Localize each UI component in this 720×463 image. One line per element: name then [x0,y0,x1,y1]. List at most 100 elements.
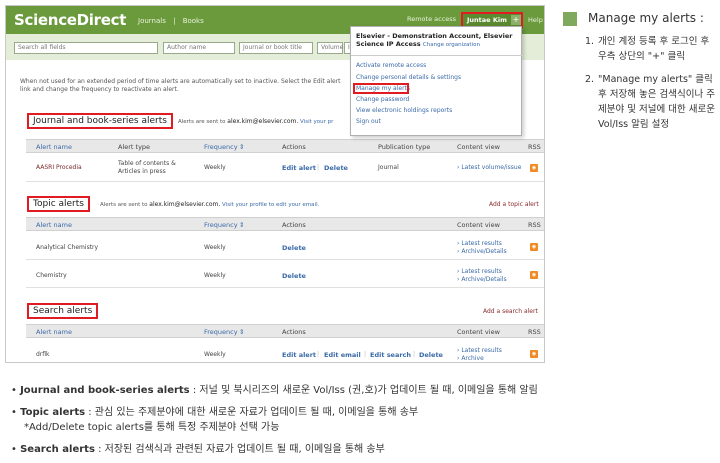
col-alert-type: Alert type [118,143,151,151]
col-alert-name[interactable]: Alert name [36,221,72,229]
sort-arrow-icon[interactable]: ⇕ [239,221,244,229]
volume-input[interactable]: Volume [317,42,343,54]
remote-access-link[interactable]: Remote access [407,15,456,23]
add-topic-alert-link[interactable]: Add a topic alert [489,201,539,208]
step-number: 2. [585,74,595,85]
topic-alerts-heading: Topic alerts [27,196,90,212]
col-alert-name[interactable]: Alert name [36,328,72,336]
menu-change-personal-details[interactable]: Change personal details & settings [356,74,461,81]
visit-profile-link[interactable]: Visit your profile to edit your email. [222,202,319,208]
rss-icon[interactable]: ◉ [530,243,538,251]
step-item: 2. "Manage my alerts" 클릭 후 저장해 놓은 검색식이나 … [585,72,717,136]
table-row: AASRI Procedia Table of contents & Artic… [26,154,544,182]
alert-frequency: Weekly [204,244,226,251]
alert-name[interactable]: AASRI Procedia [36,164,82,172]
col-alert-name[interactable]: Alert name [36,143,72,151]
highlight-box [353,83,409,94]
col-content-view: Content view [457,328,500,336]
alert-frequency: Weekly [204,164,226,171]
author-input[interactable]: Author name [163,42,235,54]
table-row: drflk Weekly Edit alert | Edit email | E… [26,339,544,362]
sent-prefix: Alerts are sent to [178,119,226,125]
menu-change-password[interactable]: Change password [356,96,409,103]
plus-icon[interactable]: + [511,15,521,25]
account-title: Elsevier - Demonstration Account, Elsevi… [356,32,518,49]
search-all-fields-input[interactable]: Search all fields [14,42,158,54]
top-nav: Journals | Books [138,17,209,25]
search-table-header: Alert name Frequency ⇕ Actions Content v… [26,324,544,338]
col-content-view: Content view [457,221,500,229]
sent-prefix: Alerts are sent to [100,202,148,208]
col-rss: RSS [528,221,541,229]
delete-button[interactable]: Delete [324,164,348,172]
bullet-term: Search alerts [20,444,95,455]
delete-button[interactable]: Delete [282,244,306,252]
edit-search-button[interactable]: Edit search [370,351,411,359]
col-actions: Actions [282,221,306,229]
visit-profile-link[interactable]: Visit your pr [300,119,333,125]
separator: | [364,351,367,358]
separator: | [317,164,320,171]
help-link[interactable]: Help [528,16,543,24]
divider [351,55,523,56]
add-search-alert-link[interactable]: Add a search alert [483,308,538,315]
bullet-topic-note: *Add/Delete topic alerts를 통해 특정 주제분야 선택 … [24,421,279,434]
sort-arrow-icon[interactable]: ⇕ [239,328,244,336]
archive-details-link[interactable]: › Archive/Details [457,248,507,256]
latest-results-label: Latest results [461,240,502,247]
col-frequency[interactable]: Frequency [204,143,238,151]
table-row: Analytical Chemistry Weekly Delete › Lat… [26,232,544,260]
bullet-note: *Add/Delete topic alerts를 통해 특정 주제분야 선택 … [24,422,280,433]
latest-volume-link[interactable]: › Latest volume/issue [457,164,521,172]
edit-email-button[interactable]: Edit email [324,351,361,359]
bullet-desc: : 저널 및 북시리즈의 새로운 Vol/Iss (권,호)가 업데이트 될 때… [189,385,538,396]
edit-alert-button[interactable]: Edit alert [282,164,316,172]
menu-electronic-holdings-reports[interactable]: View electronic holdings reports [356,107,452,114]
logo: ScienceDirect [14,11,127,29]
latest-volume-label: Latest volume/issue [461,164,522,171]
sent-email: alex.kim@elsevier.com. [227,118,299,125]
archive-details-link[interactable]: › Archive/Details [457,276,507,284]
menu-sign-out[interactable]: Sign out [356,118,381,125]
latest-results-link[interactable]: › Latest results [457,268,502,276]
user-dropdown-menu: Elsevier - Demonstration Account, Elsevi… [350,26,523,136]
bullet-desc: : 관심 있는 주제분야에 대한 새로운 자료가 업데이트 될 때, 이메일을 … [85,407,419,418]
topic-sent-to: Alerts are sent to alex.kim@elsevier.com… [100,201,319,208]
delete-button[interactable]: Delete [419,351,443,359]
bullet-journal-alerts: • Journal and book-series alerts : 저널 및 … [11,385,538,396]
archive-link[interactable]: › Archive [457,355,484,362]
green-square-icon [563,12,577,26]
intro-text: When not used for an extended period of … [20,78,341,93]
col-frequency[interactable]: Frequency [204,221,238,229]
user-name: Juntae Kim [467,16,507,24]
rss-icon[interactable]: ◉ [530,350,538,358]
nav-journals[interactable]: Journals [138,17,166,25]
bullet-search-alerts: • Search alerts : 저장된 검색식과 관련된 자료가 업데이트 … [11,444,385,455]
rss-icon[interactable]: ◉ [530,271,538,279]
col-frequency[interactable]: Frequency [204,328,238,336]
alert-name: drflk [36,351,50,358]
sort-arrow-icon[interactable]: ⇕ [239,143,244,151]
step-text: 개인 계정 등록 후 로그인 후 우측 상단의 "+" 클릭 [598,36,710,62]
latest-results-link[interactable]: › Latest results [457,240,502,248]
rss-icon[interactable]: ◉ [530,164,538,172]
topic-table-header: Alert name Frequency ⇕ Actions Content v… [26,217,544,231]
panel-title: Manage my alerts : [588,11,704,25]
col-rss: RSS [528,328,541,336]
latest-results-label: Latest results [461,268,502,275]
delete-button[interactable]: Delete [282,272,306,280]
publication-type: Journal [378,164,399,171]
journal-title-input[interactable]: Journal or book title [239,42,313,54]
menu-activate-remote-access[interactable]: Activate remote access [356,62,426,69]
nav-separator: | [173,17,176,25]
journal-alerts-heading: Journal and book-series alerts [27,113,173,129]
separator: | [317,351,320,358]
nav-books[interactable]: Books [183,17,204,25]
bullet-desc: : 저장된 검색식과 관련된 자료가 업데이트 될 때, 이메일을 통해 송부 [94,444,385,455]
col-actions: Actions [282,143,306,151]
edit-alert-button[interactable]: Edit alert [282,351,316,359]
change-organization-link[interactable]: Change organization [423,42,480,48]
step-text: "Manage my alerts" 클릭 후 저장해 놓은 검색식이나 주제분… [598,74,715,130]
latest-results-link[interactable]: › Latest results [457,347,502,355]
journal-table-header: Alert name Alert type Frequency ⇕ Action… [26,139,544,153]
